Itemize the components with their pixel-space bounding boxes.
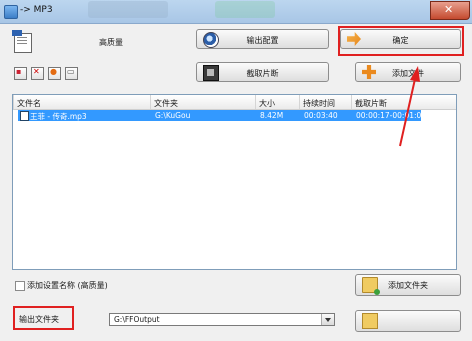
annotation-arrow: [399, 66, 420, 147]
dialog-window: -> MP3 高质量 输出配置 确定 截取片断 添加文件 ▪ ✕ ● ▭ 文件名…: [0, 0, 472, 341]
